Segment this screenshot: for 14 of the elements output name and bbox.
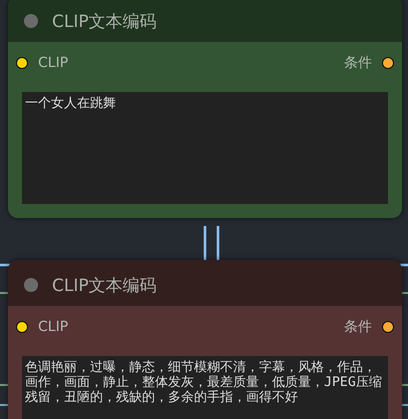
prompt-text-area[interactable]: 一个女人在跳舞	[22, 92, 388, 204]
input-label: CLIP	[38, 319, 68, 335]
prompt-text-area[interactable]: 色调艳丽，过曝，静态，细节模糊不清，字幕，风格，作品，画作，画面，静止，整体发灰，最差质量，低质量，JPEG压缩残留，丑陋的，残缺的，多余的手指，画得不好	[22, 356, 388, 419]
input-port-icon[interactable]	[16, 321, 28, 333]
output-label: 条件	[344, 318, 372, 336]
node-title: CLIP文本编码	[52, 10, 157, 32]
input-label: CLIP	[38, 55, 68, 71]
output-label: 条件	[344, 54, 372, 72]
node-title: CLIP文本编码	[52, 274, 157, 296]
collapse-dot-icon[interactable]	[24, 14, 38, 28]
input-port-icon[interactable]	[16, 57, 28, 69]
output-port-icon[interactable]	[382, 321, 394, 333]
output-port-icon[interactable]	[382, 57, 394, 69]
collapse-dot-icon[interactable]	[24, 278, 38, 292]
